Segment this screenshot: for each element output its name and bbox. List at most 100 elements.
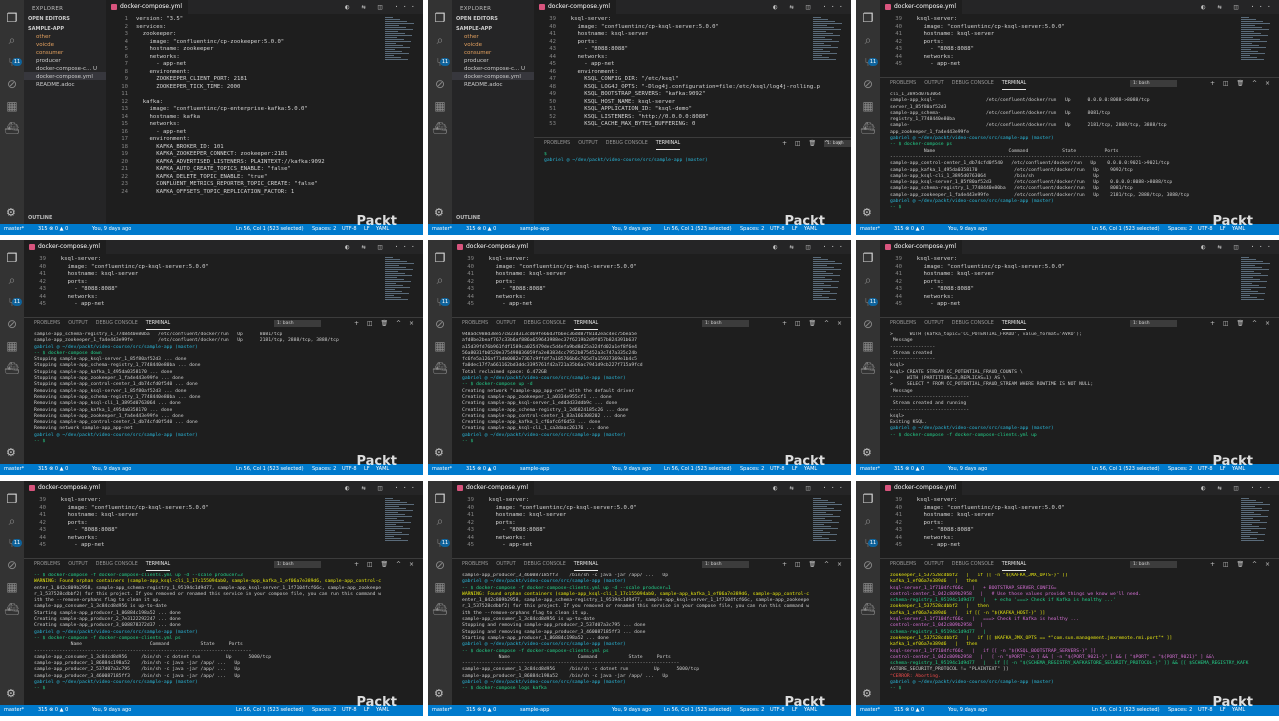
status-blame[interactable]: You, 9 days ago — [612, 464, 651, 475]
minimap[interactable] — [385, 497, 417, 557]
terminal-shell-select[interactable]: 1: bash — [274, 320, 321, 327]
status-folder[interactable]: sample-app — [520, 705, 549, 716]
panel-tab-problems[interactable]: PROBLEMS — [462, 318, 488, 330]
docker-icon[interactable]: ⛴ — [860, 360, 876, 376]
files-icon[interactable]: ❐ — [4, 10, 20, 26]
docker-icon[interactable]: ⛴ — [432, 360, 448, 376]
minimap[interactable] — [813, 256, 845, 316]
settings-gear-icon[interactable]: ⚙ — [434, 687, 444, 700]
files-icon[interactable]: ❐ — [860, 10, 876, 26]
debug-icon[interactable]: ⊘ — [860, 316, 876, 332]
status-position[interactable]: Ln 56, Col 1 (523 selected) — [1092, 464, 1160, 475]
file-tree-item[interactable]: README.adoc — [452, 80, 534, 88]
debug-icon[interactable]: ⊘ — [432, 76, 448, 92]
files-icon[interactable]: ❐ — [432, 250, 448, 266]
status-encoding[interactable]: UTF-8 — [1198, 464, 1213, 475]
editor-tab[interactable]: docker-compose.yml — [106, 0, 189, 14]
editor-actions-icons[interactable]: ◐ ⇆ ◫ ··· — [345, 240, 419, 254]
file-tree-item[interactable]: README.adoc — [24, 80, 106, 88]
file-tree-item[interactable]: consumer — [24, 48, 106, 56]
status-spaces[interactable]: Spaces: 2 — [312, 224, 336, 235]
editor-tab[interactable]: docker-compose.yml — [452, 240, 535, 254]
minimap[interactable] — [813, 497, 845, 557]
docker-icon[interactable]: ⛴ — [860, 601, 876, 617]
status-blame[interactable]: You, 9 days ago — [92, 464, 131, 475]
panel-tab-problems[interactable]: PROBLEMS — [34, 318, 60, 330]
status-branch[interactable]: master* — [432, 224, 452, 235]
status-folder[interactable]: sample-app — [520, 224, 549, 235]
terminal-shell-select[interactable]: 1: bash — [702, 561, 749, 568]
search-icon[interactable]: ⌕ — [432, 513, 448, 529]
status-sync[interactable]: 315 ⊗ 0 ▲ 0 — [894, 705, 924, 716]
search-icon[interactable]: ⌕ — [860, 272, 876, 288]
search-icon[interactable]: ⌕ — [4, 32, 20, 48]
extensions-icon[interactable]: ▦ — [432, 579, 448, 595]
panel-tab-output[interactable]: OUTPUT — [496, 559, 516, 571]
panel-tab-output[interactable]: OUTPUT — [924, 78, 944, 90]
settings-gear-icon[interactable]: ⚙ — [6, 687, 16, 700]
status-branch[interactable]: master* — [432, 464, 452, 475]
outline-section[interactable]: OUTLINE — [28, 215, 52, 221]
status-spaces[interactable]: Spaces: 2 — [312, 705, 336, 716]
files-icon[interactable]: ❐ — [860, 250, 876, 266]
editor-tab[interactable]: docker-compose.yml — [534, 0, 617, 14]
code-editor[interactable]: 39 ksql-server: 40 image: "confluentinc/c… — [880, 14, 1279, 78]
outline-section[interactable]: OUTLINE — [456, 215, 480, 221]
status-position[interactable]: Ln 56, Col 1 (523 selected) — [664, 705, 732, 716]
extensions-icon[interactable]: ▦ — [432, 338, 448, 354]
terminal-output[interactable]: -- $ docker-compose -f docker-compose-cl… — [34, 573, 417, 705]
extensions-icon[interactable]: ▦ — [4, 338, 20, 354]
editor-actions-icons[interactable]: ◐ ⇆ ◫ ··· — [1201, 240, 1275, 254]
minimap[interactable] — [1241, 497, 1273, 557]
status-spaces[interactable]: Spaces: 2 — [1168, 705, 1192, 716]
status-encoding[interactable]: UTF-8 — [342, 464, 357, 475]
file-tree-item[interactable]: docker-compose-c... U — [24, 64, 106, 72]
panel-tab-problems[interactable]: PROBLEMS — [544, 138, 570, 150]
code-editor[interactable]: 39 ksql-server: 40 image: "confluentinc/c… — [880, 254, 1279, 318]
panel-tab-problems[interactable]: PROBLEMS — [890, 318, 916, 330]
search-icon[interactable]: ⌕ — [432, 272, 448, 288]
status-sync[interactable]: 315 ⊗ 0 ▲ 0 — [894, 224, 924, 235]
status-spaces[interactable]: Spaces: 2 — [312, 464, 336, 475]
editor-actions-icons[interactable]: ◐ ⇆ ◫ ··· — [345, 481, 419, 495]
editor-tab[interactable]: docker-compose.yml — [24, 240, 107, 254]
extensions-icon[interactable]: ▦ — [860, 98, 876, 114]
status-blame[interactable]: You, 9 days ago — [948, 224, 987, 235]
settings-gear-icon[interactable]: ⚙ — [6, 206, 16, 219]
debug-icon[interactable]: ⊘ — [860, 76, 876, 92]
panel-tab-problems[interactable]: PROBLEMS — [34, 559, 60, 571]
status-position[interactable]: Ln 56, Col 1 (523 selected) — [236, 464, 304, 475]
open-editors-section[interactable]: OPEN EDITORS — [452, 12, 534, 22]
file-tree-item[interactable]: voicde — [24, 40, 106, 48]
files-icon[interactable]: ❐ — [4, 491, 20, 507]
panel-tab-terminal[interactable]: TERMINAL — [573, 319, 599, 330]
file-tree-item[interactable]: producer — [24, 56, 106, 64]
panel-tab-debug-console[interactable]: DEBUG CONSOLE — [606, 138, 648, 150]
file-tree-item[interactable]: consumer — [452, 48, 534, 56]
debug-icon[interactable]: ⊘ — [432, 557, 448, 573]
docker-icon[interactable]: ⛴ — [4, 120, 20, 136]
status-spaces[interactable]: Spaces: 2 — [740, 224, 764, 235]
files-icon[interactable]: ❐ — [432, 10, 448, 26]
settings-gear-icon[interactable]: ⚙ — [862, 446, 872, 459]
panel-tab-problems[interactable]: PROBLEMS — [890, 559, 916, 571]
status-sync[interactable]: 315 ⊗ 0 ▲ 0 — [38, 705, 68, 716]
debug-icon[interactable]: ⊘ — [4, 316, 20, 332]
editor-tab[interactable]: docker-compose.yml — [452, 481, 535, 495]
editor-tab[interactable]: docker-compose.yml — [880, 240, 963, 254]
status-branch[interactable]: master* — [4, 224, 24, 235]
status-branch[interactable]: master* — [860, 464, 880, 475]
files-icon[interactable]: ❐ — [860, 491, 876, 507]
open-editors-section[interactable]: OPEN EDITORS — [24, 12, 106, 22]
status-branch[interactable]: master* — [4, 464, 24, 475]
code-editor[interactable]: 1 version: "3.5" 2 services: 3 zookeeper: 4 i… — [106, 14, 423, 224]
status-sync[interactable]: 315 ⊗ 0 ▲ 0 — [38, 464, 68, 475]
status-position[interactable]: Ln 56, Col 1 (523 selected) — [1092, 705, 1160, 716]
project-section[interactable]: SAMPLE-APP — [452, 22, 534, 32]
project-section[interactable]: SAMPLE-APP — [24, 22, 106, 32]
status-spaces[interactable]: Spaces: 2 — [1168, 224, 1192, 235]
status-blame[interactable]: You, 9 days ago — [948, 705, 987, 716]
status-sync[interactable]: 315 ⊗ 0 ▲ 0 — [894, 464, 924, 475]
editor-actions-icons[interactable]: ◐ ⇆ ◫ ··· — [773, 481, 847, 495]
panel-actions-icons[interactable]: + ◫ 🗑 ^ × — [782, 559, 845, 571]
